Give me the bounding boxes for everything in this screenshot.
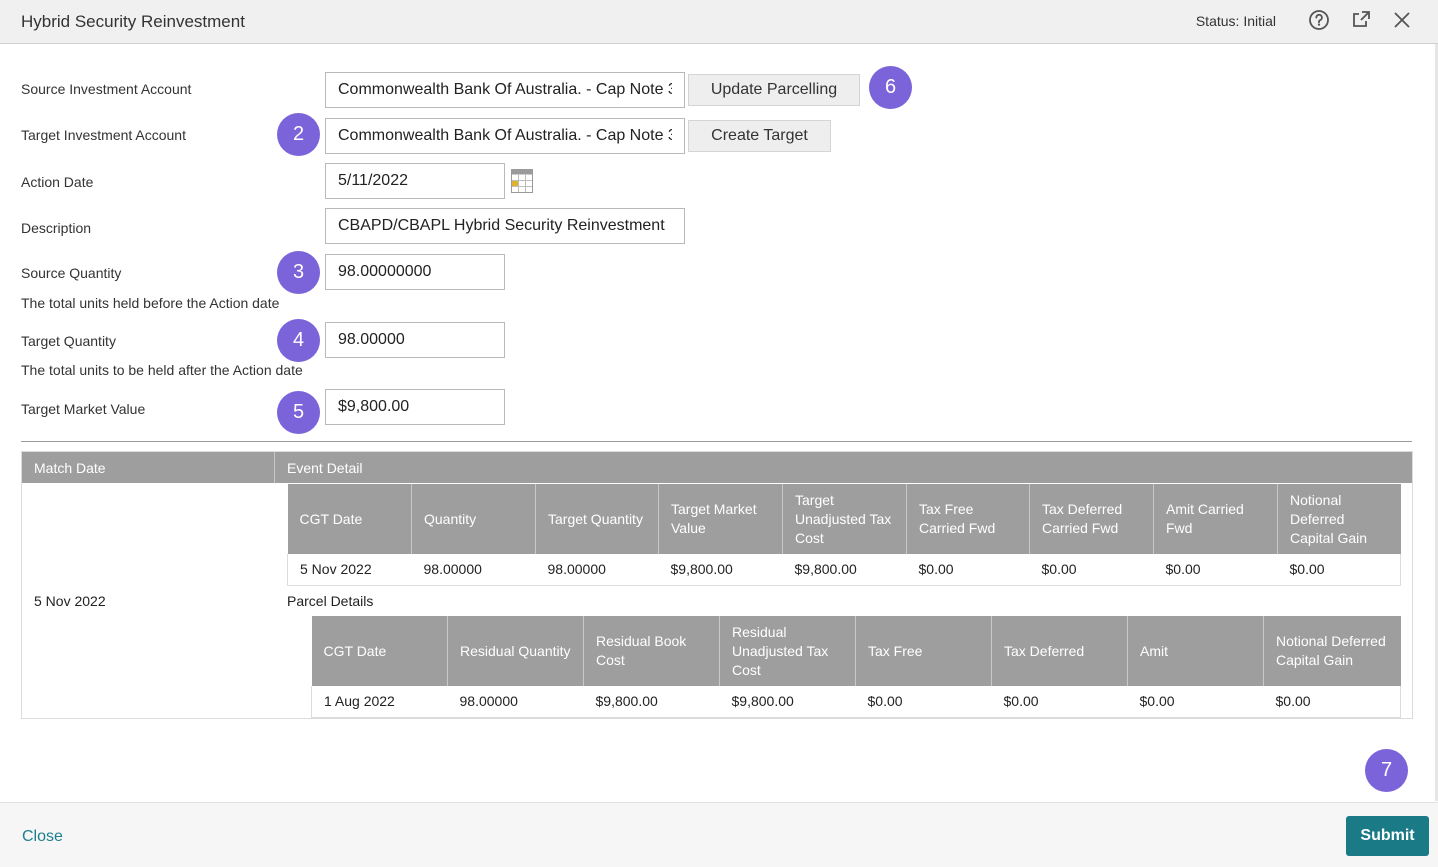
parcel-cell: $0.00 [1263, 686, 1401, 718]
event-cell: 98.00000 [535, 554, 659, 586]
source-quantity-help: The total units held before the Action d… [21, 295, 280, 311]
step-badge-3: 3 [277, 251, 320, 294]
step-badge-5: 5 [277, 391, 320, 434]
parcel-col-header[interactable]: Residual Unadjusted Tax Cost [719, 616, 856, 686]
help-icon[interactable] [1308, 9, 1330, 31]
event-col-header[interactable]: CGT Date [287, 484, 412, 554]
event-header-row: CGT Date Quantity Target Quantity Target… [287, 484, 1401, 554]
parcel-col-header[interactable]: Tax Free [855, 616, 992, 686]
event-cell: $0.00 [1153, 554, 1278, 586]
event-col-header[interactable]: Target Quantity [535, 484, 659, 554]
table-row[interactable]: 5 Nov 2022 98.00000 98.00000 $9,800.00 $… [287, 554, 1401, 586]
parcel-cell: 98.00000 [447, 686, 584, 718]
parcel-col-header[interactable]: CGT Date [311, 616, 448, 686]
target-quantity-input[interactable] [325, 322, 505, 358]
source-quantity-label: Source Quantity [21, 265, 122, 281]
col-event-detail[interactable]: Event Detail [287, 460, 362, 476]
event-col-header[interactable]: Tax Free Carried Fwd [906, 484, 1030, 554]
source-account-label: Source Investment Account [21, 81, 192, 97]
create-target-button[interactable]: Create Target [688, 120, 831, 152]
close-link[interactable]: Close [22, 828, 63, 846]
target-market-value-label: Target Market Value [21, 401, 146, 417]
column-separator [274, 452, 275, 483]
event-col-header[interactable]: Quantity [411, 484, 536, 554]
target-market-value-input[interactable] [325, 389, 505, 425]
description-label: Description [21, 220, 92, 236]
parcel-col-header[interactable]: Tax Deferred [991, 616, 1128, 686]
parcel-cell: $0.00 [1127, 686, 1264, 718]
target-account-label: Target Investment Account [21, 127, 186, 143]
popout-icon[interactable] [1350, 9, 1372, 31]
step-badge-4: 4 [277, 319, 320, 362]
event-col-header[interactable]: Target Unadjusted Tax Cost [782, 484, 907, 554]
event-col-header[interactable]: Tax Deferred Carried Fwd [1029, 484, 1154, 554]
match-date-value: 5 Nov 2022 [34, 593, 106, 609]
event-col-header[interactable]: Amit Carried Fwd [1153, 484, 1278, 554]
event-grid: Match Date Event Detail 5 Nov 2022 CGT D… [21, 451, 1413, 719]
table-row[interactable]: 1 Aug 2022 98.00000 $9,800.00 $9,800.00 … [311, 686, 1401, 718]
description-input[interactable] [325, 208, 685, 244]
step-badge-7: 7 [1365, 749, 1408, 792]
target-quantity-label: Target Quantity [21, 333, 116, 349]
dialog-title: Hybrid Security Reinvestment [21, 12, 245, 31]
step-badge-2: 2 [277, 113, 320, 156]
event-detail-table: CGT Date Quantity Target Quantity Target… [287, 484, 1401, 586]
parcel-col-header[interactable]: Notional Deferred Capital Gain [1263, 616, 1401, 686]
step-badge-6: 6 [869, 66, 912, 109]
event-col-header[interactable]: Notional Deferred Capital Gain [1277, 484, 1401, 554]
parcel-cell: $0.00 [991, 686, 1128, 718]
event-cell: $0.00 [1277, 554, 1401, 586]
close-icon[interactable] [1391, 9, 1413, 31]
event-cell: $0.00 [1029, 554, 1154, 586]
action-date-label: Action Date [21, 174, 94, 190]
parcel-cell: $0.00 [855, 686, 992, 718]
target-quantity-help: The total units to be held after the Act… [21, 362, 303, 378]
event-cell: 5 Nov 2022 [287, 554, 412, 586]
source-quantity-input[interactable] [325, 254, 505, 290]
update-parcelling-button[interactable]: Update Parcelling [688, 74, 860, 106]
parcel-cell: $9,800.00 [719, 686, 856, 718]
parcel-cell: $9,800.00 [583, 686, 720, 718]
dialog-header: Hybrid Security Reinvestment Status: Ini… [0, 0, 1438, 44]
parcel-cell: 1 Aug 2022 [311, 686, 448, 718]
action-date-input[interactable] [325, 163, 505, 199]
event-cell: $9,800.00 [782, 554, 907, 586]
parcel-col-header[interactable]: Residual Book Cost [583, 616, 720, 686]
event-col-header[interactable]: Target Market Value [658, 484, 783, 554]
parcel-header-row: CGT Date Residual Quantity Residual Book… [311, 616, 1401, 686]
target-account-input[interactable] [325, 118, 685, 154]
grid-header: Match Date Event Detail [22, 452, 1412, 483]
source-account-input[interactable] [325, 72, 685, 108]
event-cell: 98.00000 [411, 554, 536, 586]
status-label: Status: Initial [1195, 13, 1276, 29]
submit-button[interactable]: Submit [1346, 816, 1429, 856]
col-match-date[interactable]: Match Date [34, 460, 106, 476]
divider [21, 441, 1412, 442]
parcel-col-header[interactable]: Residual Quantity [447, 616, 584, 686]
dialog-footer: Close Submit [0, 802, 1438, 867]
parcel-details-label: Parcel Details [287, 593, 374, 609]
event-cell: $0.00 [906, 554, 1030, 586]
parcel-col-header[interactable]: Amit [1127, 616, 1264, 686]
calendar-icon[interactable] [511, 169, 533, 193]
event-cell: $9,800.00 [658, 554, 783, 586]
parcel-details-table: CGT Date Residual Quantity Residual Book… [311, 616, 1401, 718]
